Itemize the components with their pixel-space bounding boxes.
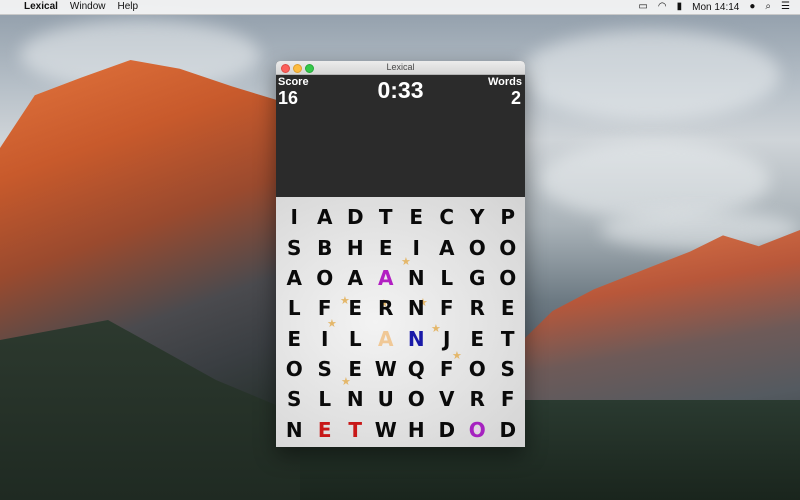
letter-tile[interactable]: S bbox=[279, 232, 310, 262]
letter-tile[interactable]: O bbox=[493, 232, 524, 262]
bonus-dot-icon bbox=[475, 427, 480, 432]
letter-tile[interactable]: G bbox=[462, 263, 493, 293]
search-icon[interactable]: ⌕ bbox=[765, 0, 771, 14]
letter-tile[interactable]: W bbox=[371, 415, 402, 445]
letter-tile[interactable]: C bbox=[432, 202, 463, 232]
letter-tile[interactable]: L bbox=[340, 324, 371, 354]
letter-tile[interactable]: B bbox=[310, 232, 341, 262]
letter-tile[interactable]: W bbox=[371, 354, 402, 384]
menu-bar: Lexical Window Help ▭ ◠ ▮ Mon 14:14 ● ⌕ … bbox=[0, 0, 800, 15]
letter-tile[interactable]: F bbox=[432, 354, 463, 384]
letter-board: ★ ★ ★ ★ ★ ★ ★ ★ IADTECYPSBHEIAOOAOAANLGO… bbox=[276, 197, 525, 447]
letter-tile[interactable]: Q bbox=[401, 354, 432, 384]
user-icon[interactable]: ● bbox=[749, 0, 755, 14]
letter-tile[interactable]: O bbox=[279, 354, 310, 384]
letter-tile[interactable]: E bbox=[401, 202, 432, 232]
list-icon[interactable]: ☰ bbox=[781, 0, 790, 14]
letter-tile[interactable]: H bbox=[401, 415, 432, 445]
letter-tile[interactable]: T bbox=[493, 324, 524, 354]
status-area: ▭ ◠ ▮ Mon 14:14 ● ⌕ ☰ bbox=[638, 0, 800, 14]
letter-tile[interactable]: I bbox=[310, 324, 341, 354]
letter-tile[interactable]: O bbox=[462, 415, 493, 445]
letter-tile[interactable]: A bbox=[432, 232, 463, 262]
letter-tile[interactable]: I bbox=[279, 202, 310, 232]
letter-tile[interactable]: O bbox=[462, 354, 493, 384]
letter-tile[interactable]: J bbox=[432, 324, 463, 354]
letter-tile[interactable]: I bbox=[401, 232, 432, 262]
letter-tile[interactable]: N bbox=[401, 324, 432, 354]
title-bar[interactable]: Lexical bbox=[276, 61, 525, 75]
letter-tile[interactable]: A bbox=[340, 263, 371, 293]
letter-tile[interactable]: V bbox=[432, 384, 463, 414]
letter-tile[interactable]: R bbox=[371, 293, 402, 323]
words-label: Words bbox=[487, 76, 522, 88]
letter-grid: IADTECYPSBHEIAOOAOAANLGOLFERNFREEILANJET… bbox=[279, 202, 523, 445]
letter-tile[interactable]: F bbox=[432, 293, 463, 323]
letter-tile[interactable]: H bbox=[340, 232, 371, 262]
menu-help[interactable]: Help bbox=[118, 0, 139, 14]
words-value: 2 bbox=[510, 88, 521, 108]
letter-tile[interactable]: D bbox=[493, 415, 524, 445]
letter-tile[interactable]: E bbox=[279, 324, 310, 354]
letter-tile[interactable]: A bbox=[371, 263, 402, 293]
letter-tile[interactable]: O bbox=[462, 232, 493, 262]
letter-tile[interactable]: A bbox=[310, 202, 341, 232]
letter-tile[interactable]: T bbox=[340, 415, 371, 445]
window-title: Lexical bbox=[386, 62, 415, 72]
airplay-icon[interactable]: ▭ bbox=[638, 0, 647, 14]
letter-tile[interactable]: O bbox=[493, 263, 524, 293]
letter-tile[interactable]: S bbox=[493, 354, 524, 384]
letter-tile[interactable]: U bbox=[371, 384, 402, 414]
wifi-icon[interactable]: ◠ bbox=[658, 0, 667, 14]
letter-tile[interactable]: E bbox=[310, 415, 341, 445]
letter-tile[interactable]: R bbox=[462, 293, 493, 323]
letter-tile[interactable]: T bbox=[371, 202, 402, 232]
menu-window[interactable]: Window bbox=[70, 0, 106, 14]
letter-tile[interactable]: E bbox=[462, 324, 493, 354]
letter-tile[interactable]: E bbox=[340, 354, 371, 384]
letter-tile[interactable]: F bbox=[493, 384, 524, 414]
score-panel: Score 16 0:33 Words 2 bbox=[276, 75, 525, 197]
letter-tile[interactable]: S bbox=[279, 384, 310, 414]
letter-tile[interactable]: S bbox=[310, 354, 341, 384]
letter-tile[interactable]: L bbox=[432, 263, 463, 293]
letter-tile[interactable]: D bbox=[432, 415, 463, 445]
letter-tile[interactable]: D bbox=[340, 202, 371, 232]
letter-tile[interactable]: A bbox=[279, 263, 310, 293]
menu-app-name[interactable]: Lexical bbox=[24, 0, 58, 14]
menu-clock[interactable]: Mon 14:14 bbox=[692, 2, 739, 13]
letter-tile[interactable]: N bbox=[279, 415, 310, 445]
letter-tile[interactable]: N bbox=[401, 263, 432, 293]
letter-tile[interactable]: A bbox=[371, 324, 402, 354]
letter-tile[interactable]: N bbox=[340, 384, 371, 414]
letter-tile[interactable]: L bbox=[310, 384, 341, 414]
battery-icon[interactable]: ▮ bbox=[677, 0, 683, 14]
letter-tile[interactable]: R bbox=[462, 384, 493, 414]
letter-tile[interactable]: E bbox=[340, 293, 371, 323]
letter-tile[interactable]: E bbox=[493, 293, 524, 323]
app-window: Lexical Score 16 0:33 Words 2 ★ ★ ★ ★ ★ … bbox=[276, 61, 525, 447]
letter-tile[interactable]: E bbox=[371, 232, 402, 262]
letter-tile[interactable]: N bbox=[401, 293, 432, 323]
letter-tile[interactable]: P bbox=[493, 202, 524, 232]
letter-tile[interactable]: L bbox=[279, 293, 310, 323]
letter-tile[interactable]: F bbox=[310, 293, 341, 323]
letter-tile[interactable]: O bbox=[401, 384, 432, 414]
letter-tile[interactable]: O bbox=[310, 263, 341, 293]
letter-tile[interactable]: Y bbox=[462, 202, 493, 232]
